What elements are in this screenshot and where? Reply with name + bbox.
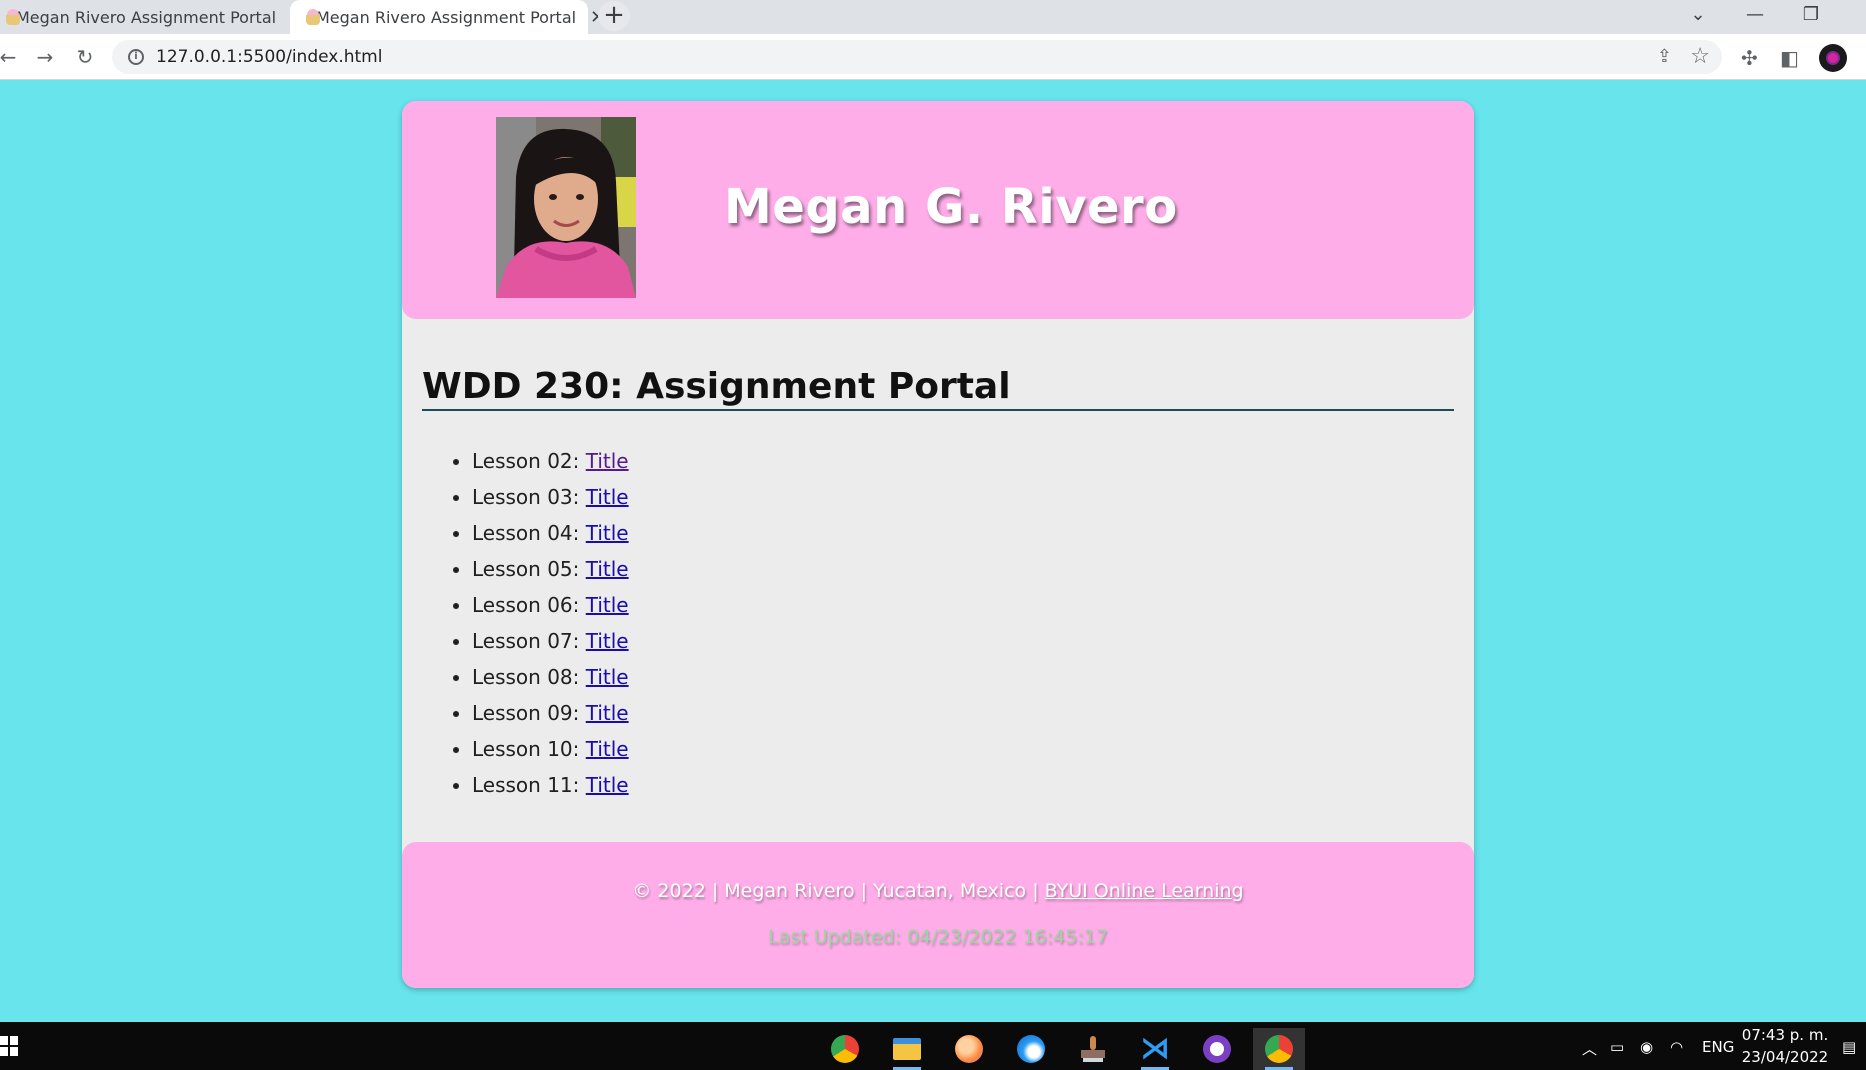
taskbar: ⋊ ︿ ▭ ◉ ◠ ENG 07:43 p. m. 23/04/2022 ▤ [0,1022,1866,1070]
side-panel-icon[interactable]: ◧ [1780,46,1799,70]
tab-1[interactable]: Megan Rivero Assignment Portal ✕ [4,0,305,34]
list-item: Lesson 05: Title [472,553,629,589]
lesson-05-link[interactable]: Title [586,557,629,581]
lesson-11-link[interactable]: Title [586,773,629,797]
site-footer: © 2022 | Megan Rivero | Yucatan, Mexico … [402,842,1474,988]
vscode-app-icon[interactable]: ⋊ [1129,1028,1181,1070]
lesson-04-link[interactable]: Title [586,521,629,545]
lesson-label: Lesson 07: [472,629,586,653]
bookmark-star-icon[interactable]: ☆ [1690,44,1710,69]
tab-bar: Megan Rivero Assignment Portal ✕ Megan R… [0,0,1866,34]
notification-icon[interactable]: ▤ [1842,1038,1856,1056]
windows-start-icon[interactable] [0,1036,18,1056]
profile-avatar[interactable] [1819,44,1847,72]
list-item: Lesson 03: Title [472,481,629,517]
browser-toolbar: ← → ↻ i 127.0.0.1:5500/index.html ⇪ ☆ ✣ … [0,34,1866,80]
lesson-02-link[interactable]: Title [586,449,629,473]
lesson-10-link[interactable]: Title [586,737,629,761]
new-tab-button[interactable]: + [598,1,630,31]
restore-button[interactable]: ❐ [1786,0,1836,28]
wifi-icon[interactable]: ◠ [1670,1038,1683,1056]
byui-online-learning-link[interactable]: BYUI Online Learning [1045,880,1244,902]
lesson-07-link[interactable]: Title [586,629,629,653]
lesson-label: Lesson 06: [472,593,586,617]
lesson-list: Lesson 02: Title Lesson 03: Title Lesson… [472,445,629,805]
list-item: Lesson 10: Title [472,733,629,769]
clock-time: 07:43 p. m. [1741,1026,1829,1044]
stamp-app-icon[interactable] [1067,1028,1119,1070]
list-item: Lesson 06: Title [472,589,629,625]
lesson-label: Lesson 11: [472,773,586,797]
security-icon[interactable]: ◉ [1640,1038,1653,1056]
lesson-label: Lesson 09: [472,701,586,725]
lesson-03-link[interactable]: Title [586,485,629,509]
language-indicator[interactable]: ENG [1702,1038,1734,1056]
share-icon[interactable]: ⇪ [1657,46,1672,67]
tab-2-title: Megan Rivero Assignment Portal [316,7,577,27]
lesson-label: Lesson 03: [472,485,586,509]
chrome-active-app-icon[interactable] [1253,1028,1305,1070]
minimize-button[interactable]: — [1730,0,1780,28]
lesson-label: Lesson 08: [472,665,586,689]
reload-icon[interactable]: ↻ [71,43,99,71]
list-item: Lesson 07: Title [472,625,629,661]
back-arrow-icon[interactable]: ← [0,43,22,71]
clock-date: 23/04/2022 [1741,1048,1829,1066]
edge-app-icon[interactable] [1005,1028,1057,1070]
info-icon[interactable]: i [128,49,144,65]
lesson-label: Lesson 02: [472,449,586,473]
github-desktop-icon[interactable] [1191,1028,1243,1070]
list-item: Lesson 08: Title [472,661,629,697]
lesson-09-link[interactable]: Title [586,701,629,725]
page-container: Megan G. Rivero WDD 230: Assignment Port… [402,101,1474,988]
lesson-08-link[interactable]: Title [586,665,629,689]
url-text[interactable]: 127.0.0.1:5500/index.html [156,47,382,67]
lesson-label: Lesson 10: [472,737,586,761]
chrome-app-icon[interactable] [819,1028,871,1070]
file-explorer-icon[interactable] [881,1028,933,1070]
tab-1-title: Megan Rivero Assignment Portal [16,7,277,27]
firefox-app-icon[interactable] [943,1028,995,1070]
battery-icon[interactable]: ▭ [1610,1038,1624,1056]
address-bar[interactable]: i 127.0.0.1:5500/index.html ⇪ ☆ [112,40,1722,74]
list-item: Lesson 04: Title [472,517,629,553]
system-clock[interactable]: 07:43 p. m. 23/04/2022 [1740,1024,1830,1068]
tab-2-active[interactable]: Megan Rivero Assignment Portal ✕ [290,0,605,34]
footer-copyright: © 2022 | Megan Rivero | Yucatan, Mexico … [402,880,1474,902]
site-name-heading: Megan G. Rivero [724,179,1178,235]
lesson-label: Lesson 05: [472,557,586,581]
last-updated-text: Last Updated: 04/23/2022 16:45:17 [768,926,1108,948]
tab-search-chevron-icon[interactable]: ⌄ [1673,0,1723,28]
chevron-up-icon[interactable]: ︿ [1582,1038,1597,1059]
list-item: Lesson 11: Title [472,769,629,805]
copyright-text: © 2022 | Megan Rivero | Yucatan, Mexico … [632,880,1045,902]
page-title: WDD 230: Assignment Portal [422,366,1454,411]
forward-arrow-icon[interactable]: → [31,43,59,71]
list-item: Lesson 09: Title [472,697,629,733]
lesson-label: Lesson 04: [472,521,586,545]
site-header: Megan G. Rivero [402,101,1474,319]
profile-photo [496,117,636,298]
lesson-06-link[interactable]: Title [586,593,629,617]
extensions-puzzle-icon[interactable]: ✣ [1741,46,1758,70]
list-item: Lesson 02: Title [472,445,629,481]
